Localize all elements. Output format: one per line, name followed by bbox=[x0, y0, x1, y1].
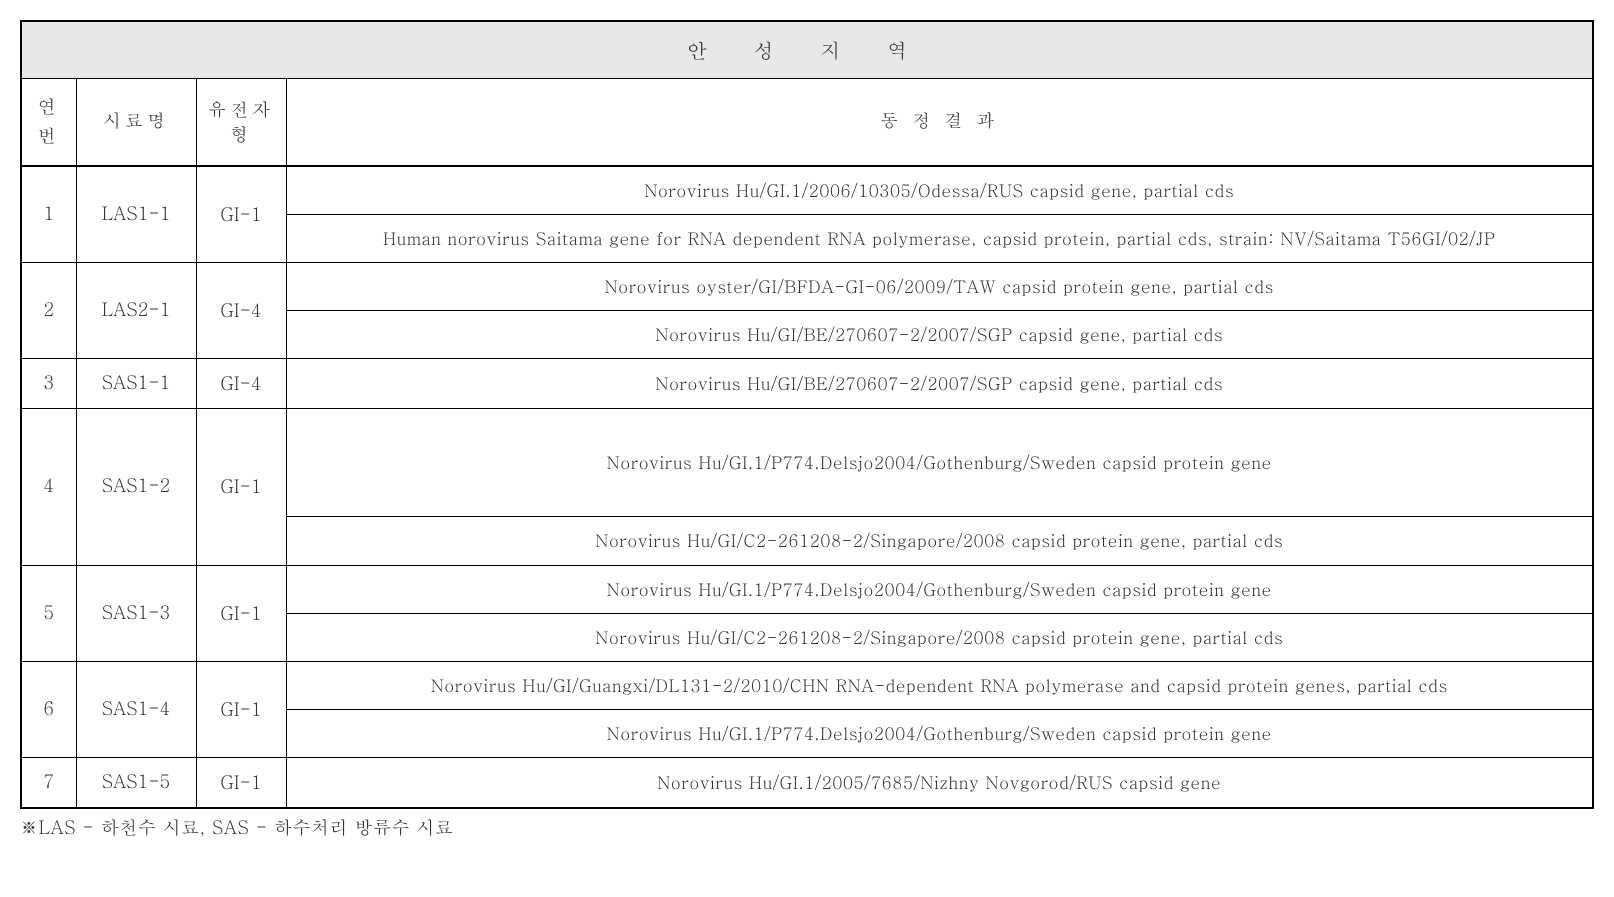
header-result: 동 정 결 과 bbox=[286, 79, 1593, 166]
cell-num: 2 bbox=[21, 262, 76, 358]
cell-type: GI-1 bbox=[196, 166, 286, 263]
cell-result: Norovirus Hu/GI/C2-261208-2/Singapore/20… bbox=[286, 613, 1593, 661]
table-row: 1LAS1-1GI-1Norovirus Hu/GI.1/2006/10305/… bbox=[21, 166, 1593, 215]
table-row: 3SAS1-1GI-4Norovirus Hu/GI/BE/270607-2/2… bbox=[21, 359, 1593, 409]
cell-type: GI-1 bbox=[196, 565, 286, 661]
cell-result: Norovirus Hu/GI.1/P774.Delsjo2004/Gothen… bbox=[286, 409, 1593, 517]
cell-sample: LAS1-1 bbox=[76, 166, 196, 263]
table-row: 6SAS1-4GI-1Norovirus Hu/GI/Guangxi/DL131… bbox=[21, 661, 1593, 709]
cell-num: 4 bbox=[21, 409, 76, 565]
cell-type: GI-1 bbox=[196, 409, 286, 565]
cell-type: GI-1 bbox=[196, 661, 286, 757]
title-row: 안 성 지 역 bbox=[21, 21, 1593, 79]
cell-num: 5 bbox=[21, 565, 76, 661]
cell-result: Norovirus Hu/GI.1/2005/7685/Nizhny Novgo… bbox=[286, 758, 1593, 808]
cell-type: GI-4 bbox=[196, 262, 286, 358]
cell-num: 7 bbox=[21, 758, 76, 808]
table-row: 5SAS1-3GI-1Norovirus Hu/GI.1/P774.Delsjo… bbox=[21, 565, 1593, 613]
cell-result: Norovirus Hu/GI.1/P774.Delsjo2004/Gothen… bbox=[286, 565, 1593, 613]
table-row: 7SAS1-5GI-1Norovirus Hu/GI.1/2005/7685/N… bbox=[21, 758, 1593, 808]
cell-num: 1 bbox=[21, 166, 76, 263]
data-table: 안 성 지 역 연번 시료명 유전자형 동 정 결 과 1LAS1-1GI-1N… bbox=[20, 20, 1594, 809]
cell-sample: SAS1-3 bbox=[76, 565, 196, 661]
cell-result: Human norovirus Saitama gene for RNA dep… bbox=[286, 214, 1593, 262]
cell-num: 3 bbox=[21, 359, 76, 409]
cell-sample: LAS2-1 bbox=[76, 262, 196, 358]
footnote: ※LAS - 하천수 시료, SAS - 하수처리 방류수 시료 bbox=[20, 815, 1594, 840]
header-row: 연번 시료명 유전자형 동 정 결 과 bbox=[21, 79, 1593, 166]
header-type: 유전자형 bbox=[196, 79, 286, 166]
cell-sample: SAS1-5 bbox=[76, 758, 196, 808]
cell-result: Norovirus oyster/GI/BFDA-GI-06/2009/TAW … bbox=[286, 262, 1593, 310]
cell-result: Norovirus Hu/GI/C2-261208-2/Singapore/20… bbox=[286, 517, 1593, 565]
cell-sample: SAS1-2 bbox=[76, 409, 196, 565]
cell-result: Norovirus Hu/GI/Guangxi/DL131-2/2010/CHN… bbox=[286, 661, 1593, 709]
cell-num: 6 bbox=[21, 661, 76, 757]
cell-type: GI-1 bbox=[196, 758, 286, 808]
table-row: 4SAS1-2GI-1Norovirus Hu/GI.1/P774.Delsjo… bbox=[21, 409, 1593, 517]
header-sample: 시료명 bbox=[76, 79, 196, 166]
cell-result: Norovirus Hu/GI.1/P774.Delsjo2004/Gothen… bbox=[286, 710, 1593, 758]
table-title: 안 성 지 역 bbox=[21, 21, 1593, 79]
header-num: 연번 bbox=[21, 79, 76, 166]
cell-result: Norovirus Hu/GI.1/2006/10305/Odessa/RUS … bbox=[286, 166, 1593, 215]
cell-sample: SAS1-4 bbox=[76, 661, 196, 757]
cell-result: Norovirus Hu/GI/BE/270607-2/2007/SGP cap… bbox=[286, 359, 1593, 409]
table-container: 안 성 지 역 연번 시료명 유전자형 동 정 결 과 1LAS1-1GI-1N… bbox=[20, 20, 1594, 840]
cell-sample: SAS1-1 bbox=[76, 359, 196, 409]
table-row: 2LAS2-1GI-4Norovirus oyster/GI/BFDA-GI-0… bbox=[21, 262, 1593, 310]
cell-result: Norovirus Hu/GI/BE/270607-2/2007/SGP cap… bbox=[286, 311, 1593, 359]
cell-type: GI-4 bbox=[196, 359, 286, 409]
table-body: 1LAS1-1GI-1Norovirus Hu/GI.1/2006/10305/… bbox=[21, 166, 1593, 808]
